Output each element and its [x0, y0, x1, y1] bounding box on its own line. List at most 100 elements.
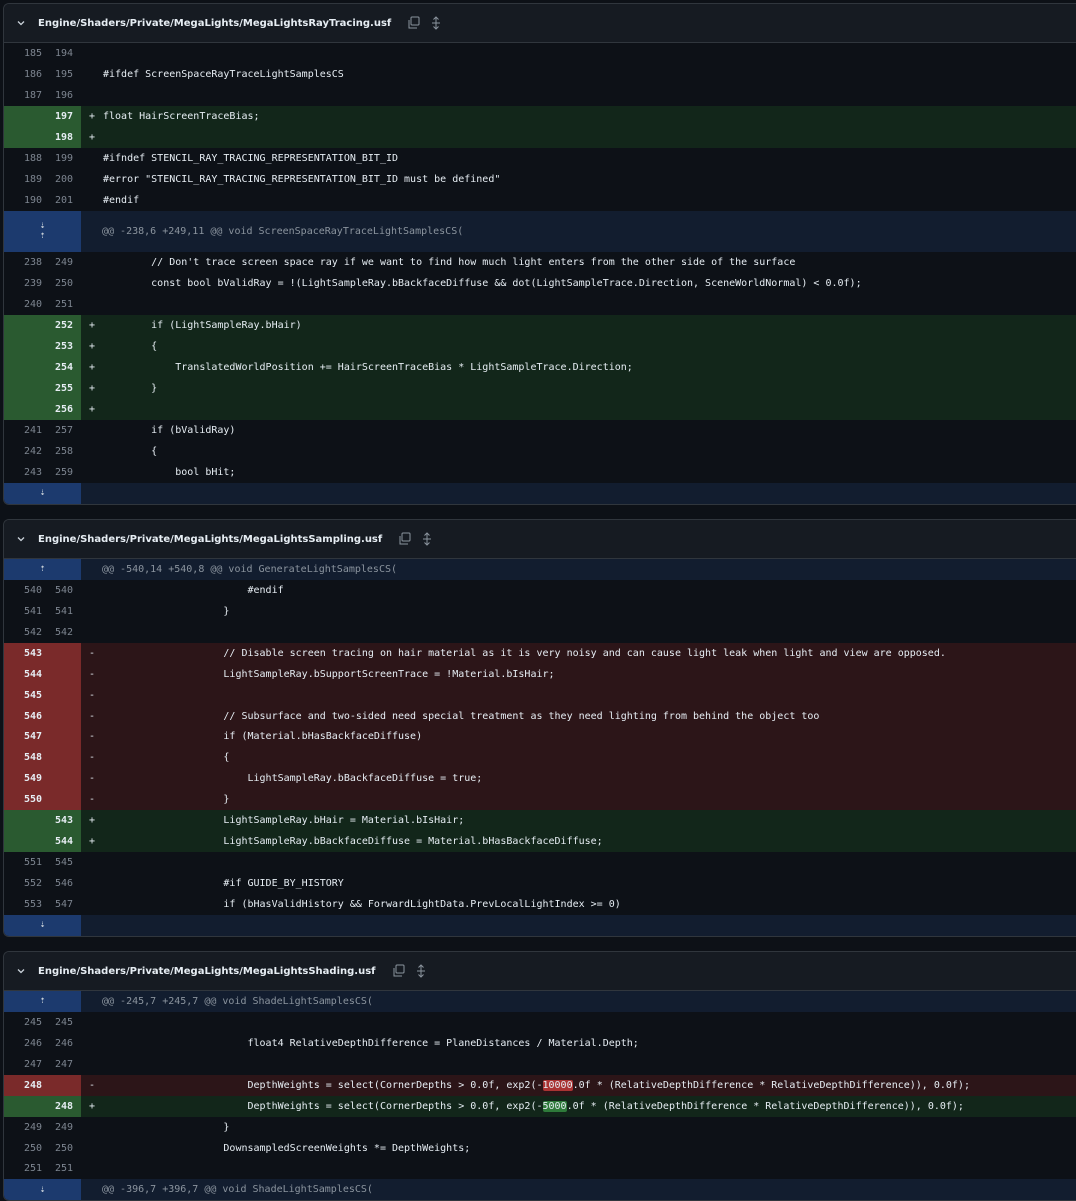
old-line-number[interactable]: 240: [4, 299, 42, 310]
new-line-number[interactable]: 249: [42, 1122, 73, 1133]
old-line-number[interactable]: 548: [4, 752, 42, 763]
copy-icon[interactable]: [403, 12, 425, 34]
expand-up-icon[interactable]: ⇡: [39, 996, 45, 1006]
old-line-number[interactable]: 249: [4, 1122, 42, 1133]
expand-down-icon[interactable]: ⇣: [39, 488, 45, 498]
new-line-number[interactable]: 250: [42, 1143, 73, 1154]
new-line-number[interactable]: 543: [42, 815, 73, 826]
new-line-number[interactable]: 201: [42, 195, 73, 206]
expand-gutter[interactable]: ⇣: [4, 482, 81, 504]
old-line-number[interactable]: 546: [4, 711, 42, 722]
new-line-number[interactable]: 259: [42, 467, 73, 478]
new-line-number[interactable]: 250: [42, 278, 73, 289]
expand-all-icon[interactable]: [416, 528, 438, 550]
new-line-number[interactable]: 251: [42, 1163, 73, 1174]
old-line-number[interactable]: 250: [4, 1143, 42, 1154]
file-name[interactable]: Engine/Shaders/Private/MegaLights/MegaLi…: [38, 18, 391, 29]
old-line-number[interactable]: 541: [4, 606, 42, 617]
old-line-number[interactable]: 185: [4, 48, 42, 59]
old-line-number[interactable]: 189: [4, 174, 42, 185]
expand-gutter[interactable]: ⇡: [4, 991, 81, 1012]
old-line-number[interactable]: 239: [4, 278, 42, 289]
chevron-down-icon[interactable]: [4, 966, 38, 976]
new-line-number[interactable]: 248: [42, 1101, 73, 1112]
context-line: 188 199 #ifndef STENCIL_RAY_TRACING_REPRES…: [4, 148, 1076, 169]
file-name[interactable]: Engine/Shaders/Private/MegaLights/MegaLi…: [38, 966, 376, 977]
old-line-number[interactable]: 190: [4, 195, 42, 206]
chevron-down-icon[interactable]: [4, 18, 38, 28]
expand-down-icon[interactable]: ⇣: [39, 1184, 45, 1195]
chevron-down-icon[interactable]: [4, 534, 38, 544]
new-line-number[interactable]: 258: [42, 446, 73, 457]
new-line-number[interactable]: 256: [42, 404, 73, 415]
old-line-number[interactable]: 243: [4, 467, 42, 478]
new-line-number[interactable]: 194: [42, 48, 73, 59]
code-text: if (Material.bHasBackfaceDiffuse): [103, 731, 423, 743]
old-line-number[interactable]: 552: [4, 878, 42, 889]
new-line-number[interactable]: 257: [42, 425, 73, 436]
expand-gutter[interactable]: ⇣: [4, 914, 81, 936]
new-line-number[interactable]: 199: [42, 153, 73, 164]
copy-icon[interactable]: [394, 528, 416, 550]
code-text: if (bValidRay): [103, 424, 236, 436]
old-line-number[interactable]: 553: [4, 899, 42, 910]
new-line-number[interactable]: 541: [42, 606, 73, 617]
old-line-number[interactable]: 242: [4, 446, 42, 457]
expand-gutter[interactable]: ⇣: [4, 1179, 81, 1201]
new-line-number[interactable]: 547: [42, 899, 73, 910]
new-line-number[interactable]: 545: [42, 857, 73, 868]
old-line-number[interactable]: 251: [4, 1163, 42, 1174]
new-line-number[interactable]: 247: [42, 1059, 73, 1070]
old-line-number[interactable]: 241: [4, 425, 42, 436]
context-line: 250 250 DownsampledScreenWeights *= Depth…: [4, 1138, 1076, 1159]
expand-down-icon[interactable]: ⇣: [39, 920, 45, 930]
new-line-number[interactable]: 540: [42, 585, 73, 596]
old-line-number[interactable]: 542: [4, 627, 42, 638]
old-line-number[interactable]: 247: [4, 1059, 42, 1070]
new-line-number[interactable]: 249: [42, 257, 73, 268]
old-line-number[interactable]: 186: [4, 69, 42, 80]
old-line-number[interactable]: 540: [4, 585, 42, 596]
old-line-number[interactable]: 543: [4, 648, 42, 659]
old-line-number[interactable]: 245: [4, 1017, 42, 1028]
old-line-number[interactable]: 544: [4, 669, 42, 680]
new-line-number[interactable]: 544: [42, 836, 73, 847]
line-number-gutter: 246 246: [4, 1033, 81, 1054]
new-line-number[interactable]: 546: [42, 878, 73, 889]
new-line-number[interactable]: 252: [42, 320, 73, 331]
old-line-number[interactable]: 246: [4, 1038, 42, 1049]
expand-all-icon[interactable]: [425, 12, 447, 34]
new-line-number[interactable]: 253: [42, 341, 73, 352]
new-line-number[interactable]: 542: [42, 627, 73, 638]
old-line-number[interactable]: 248: [4, 1080, 42, 1091]
expand-gutter[interactable]: ⇡: [4, 559, 81, 580]
old-line-number[interactable]: 547: [4, 731, 42, 742]
old-line-number[interactable]: 545: [4, 690, 42, 701]
code-segment: .0f * (RelativeDepthDifference * Relativ…: [572, 1079, 970, 1091]
line-number-gutter: 185 194: [4, 43, 81, 64]
new-line-number[interactable]: 198: [42, 132, 73, 143]
expand-gutter[interactable]: ⇣ ⇡: [4, 210, 81, 253]
old-line-number[interactable]: 188: [4, 153, 42, 164]
expand-all-icon[interactable]: [410, 960, 432, 982]
expand-up-icon[interactable]: ⇡: [39, 564, 45, 574]
old-line-number[interactable]: 549: [4, 773, 42, 784]
new-line-number[interactable]: 254: [42, 362, 73, 373]
new-line-number[interactable]: 200: [42, 174, 73, 185]
file-name[interactable]: Engine/Shaders/Private/MegaLights/MegaLi…: [38, 534, 382, 545]
new-line-number[interactable]: 195: [42, 69, 73, 80]
old-line-number[interactable]: 187: [4, 90, 42, 101]
line-number-gutter: 547: [4, 726, 81, 748]
new-line-number[interactable]: 196: [42, 90, 73, 101]
old-line-number[interactable]: 550: [4, 794, 42, 805]
new-line-number[interactable]: 246: [42, 1038, 73, 1049]
expand-up-icon[interactable]: ⇡: [39, 231, 45, 241]
new-line-number[interactable]: 255: [42, 383, 73, 394]
new-line-number[interactable]: 197: [42, 111, 73, 122]
code-segment: DepthWeights = select(CornerDepths > 0.0…: [103, 1100, 543, 1112]
copy-icon[interactable]: [388, 960, 410, 982]
new-line-number[interactable]: 251: [42, 299, 73, 310]
old-line-number[interactable]: 551: [4, 857, 42, 868]
new-line-number[interactable]: 245: [42, 1017, 73, 1028]
old-line-number[interactable]: 238: [4, 257, 42, 268]
